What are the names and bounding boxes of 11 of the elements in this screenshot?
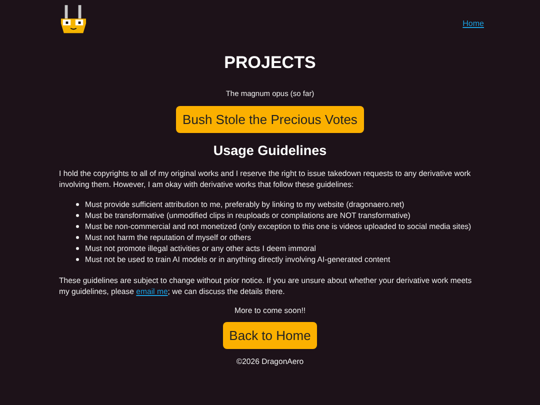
bullet-icon <box>76 225 79 228</box>
bullet-icon <box>76 247 79 250</box>
page-title: PROJECTS <box>224 53 316 73</box>
home-link[interactable]: Home <box>462 19 484 28</box>
bullet-icon <box>76 258 79 261</box>
bullet-icon <box>76 236 79 239</box>
bullet-icon <box>76 214 79 217</box>
back-button[interactable]: Back to Home <box>223 322 317 349</box>
project-button[interactable]: Bush Stole the Precious Votes <box>176 106 364 133</box>
bullet-icon <box>76 203 79 206</box>
section-heading: Usage Guidelines <box>213 143 327 158</box>
